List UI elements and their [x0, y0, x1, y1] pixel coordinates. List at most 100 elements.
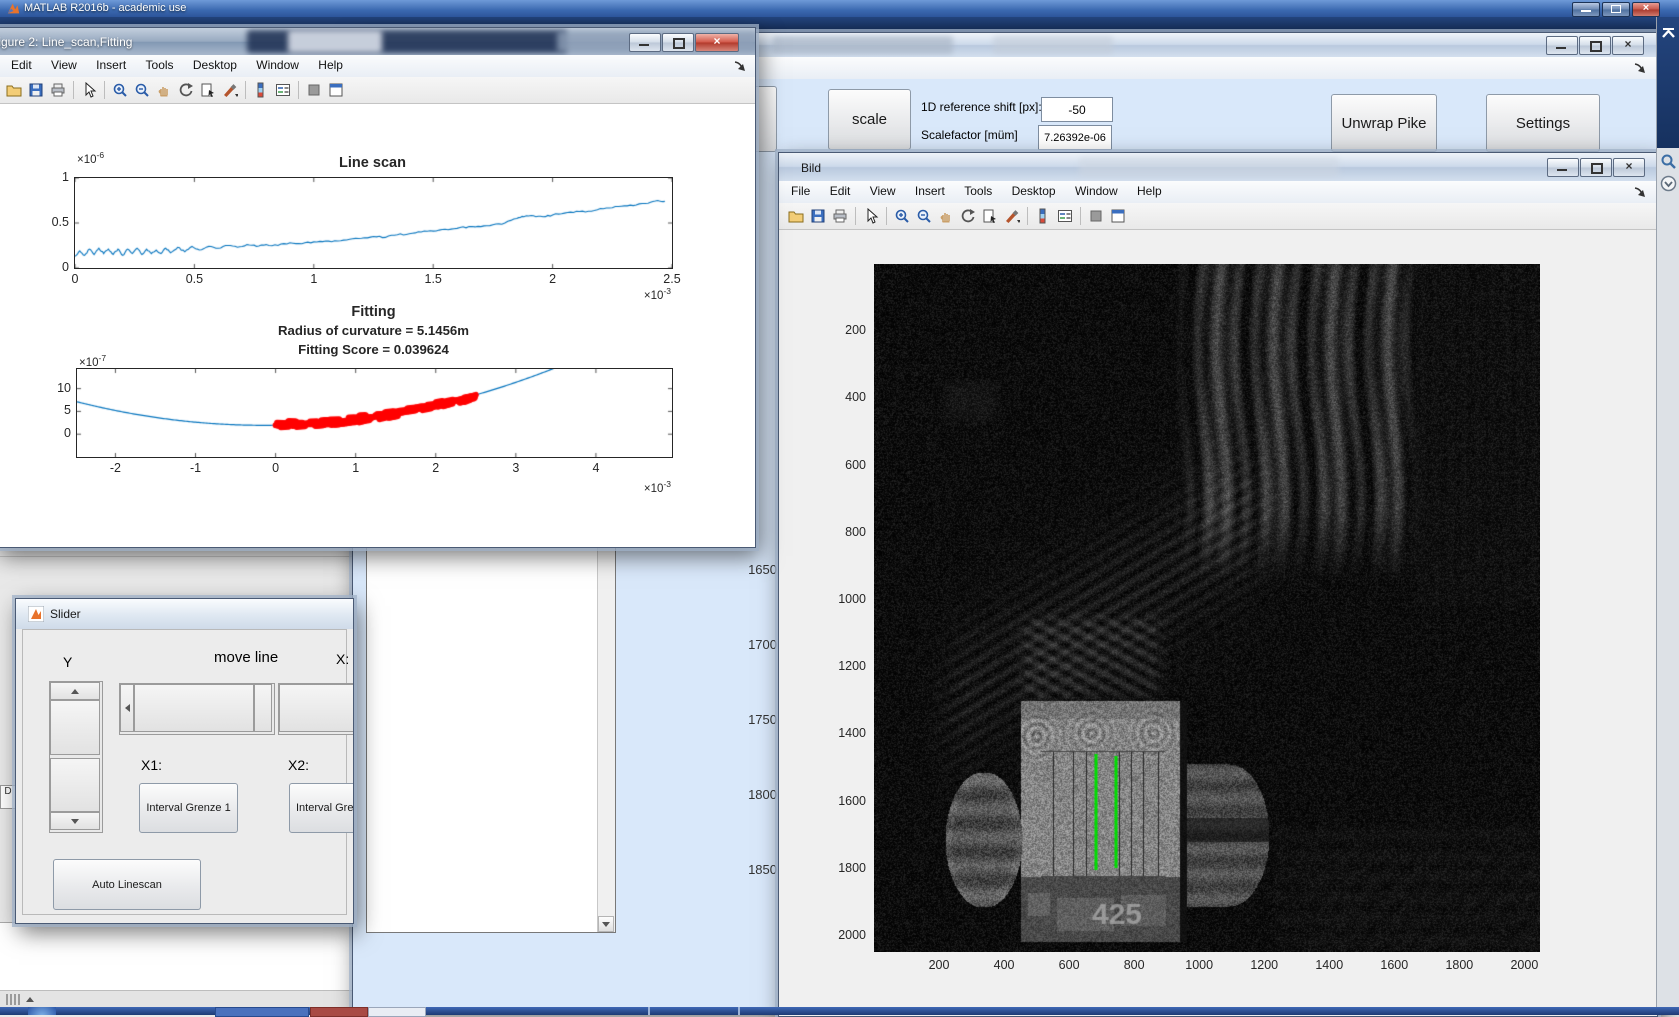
menu-edit[interactable]: Edit — [0, 55, 40, 72]
docked-panel-tab[interactable]: D — [0, 785, 16, 809]
menu-insert[interactable]: Insert — [88, 55, 134, 72]
menu-window[interactable]: Window — [1067, 181, 1126, 198]
unwrap-pike-button[interactable]: Unwrap Pike — [1331, 94, 1437, 152]
taskbar-divider — [738, 1007, 740, 1015]
settings-button[interactable]: Settings — [1486, 94, 1600, 152]
listbox-scrollbar[interactable] — [597, 520, 615, 932]
legend-icon[interactable] — [1055, 207, 1075, 225]
pointer-icon[interactable] — [861, 207, 881, 225]
slider-track[interactable] — [50, 700, 100, 755]
x-slider-a[interactable] — [119, 683, 275, 735]
minimize-button[interactable] — [1572, 2, 1600, 17]
x-slider-b[interactable] — [278, 683, 354, 735]
dock-figure-icon[interactable] — [1633, 185, 1647, 199]
slider-track[interactable] — [279, 684, 354, 732]
collapse-up-icon[interactable] — [1661, 27, 1676, 39]
maximize-button[interactable] — [662, 33, 694, 52]
open-file-icon[interactable] — [4, 81, 24, 99]
colorbar-icon[interactable] — [251, 81, 271, 99]
datacursor-icon[interactable] — [980, 207, 1000, 225]
zoom-in-icon[interactable] — [892, 207, 912, 225]
pan-hand-icon[interactable] — [154, 81, 174, 99]
tick-label: 1600 — [1380, 958, 1408, 972]
expand-arrow-icon[interactable] — [26, 997, 34, 1002]
zoom-in-icon[interactable] — [110, 81, 130, 99]
menu-file[interactable]: File — [779, 181, 818, 198]
search-icon[interactable] — [1660, 153, 1677, 170]
dock-plot-tools-icon[interactable] — [326, 81, 346, 99]
slider-titlebar[interactable]: Slider — [16, 599, 353, 629]
y-slider[interactable] — [49, 681, 103, 833]
menu-edit[interactable]: Edit — [822, 181, 859, 198]
save-icon[interactable] — [26, 81, 46, 99]
brush-icon[interactable] — [220, 81, 240, 99]
menu-tools[interactable]: Tools — [138, 55, 182, 72]
menu-help[interactable]: Help — [1129, 181, 1170, 198]
interval-grenze-2-button[interactable]: Interval Grenze 2 — [289, 783, 354, 833]
hide-plot-tools-icon[interactable] — [304, 81, 324, 99]
taskbar-item-active[interactable] — [310, 1007, 368, 1017]
legend-icon[interactable] — [273, 81, 293, 99]
tick-label: 600 — [810, 458, 866, 472]
dock-plot-tools-icon[interactable] — [1108, 207, 1128, 225]
resize-gripper[interactable] — [6, 994, 8, 1005]
taskbar[interactable] — [0, 1007, 1679, 1015]
brush-icon[interactable] — [1002, 207, 1022, 225]
zoom-out-icon[interactable] — [132, 81, 152, 99]
close-button[interactable]: × — [1632, 2, 1660, 17]
tick-label: 1000 — [1185, 958, 1213, 972]
slider-left-icon[interactable] — [120, 684, 134, 732]
menu-desktop[interactable]: Desktop — [1004, 181, 1064, 198]
close-button[interactable]: × — [1612, 36, 1644, 55]
menu-window[interactable]: Window — [248, 55, 307, 72]
slider-up-icon[interactable] — [50, 682, 100, 700]
slider-thumb[interactable] — [50, 758, 100, 812]
menu-desktop[interactable]: Desktop — [185, 55, 245, 72]
auto-linescan-button[interactable]: Auto Linescan — [53, 859, 201, 910]
print-icon[interactable] — [830, 207, 850, 225]
menu-tools[interactable]: Tools — [956, 181, 1000, 198]
menu-view[interactable]: View — [43, 55, 85, 72]
rotate-icon[interactable] — [958, 207, 978, 225]
slider-down-icon[interactable] — [50, 812, 100, 830]
menu-view[interactable]: View — [862, 181, 904, 198]
scalefactor-input[interactable]: 7.26392e-06 — [1038, 125, 1112, 150]
close-button[interactable]: × — [695, 33, 739, 52]
maximize-button[interactable] — [1579, 36, 1611, 55]
result-listbox[interactable] — [366, 519, 616, 933]
start-button[interactable] — [28, 1007, 56, 1015]
minimize-button[interactable] — [1547, 158, 1579, 177]
taskbar-item[interactable] — [215, 1007, 309, 1017]
datacursor-icon[interactable] — [198, 81, 218, 99]
dock-figure-icon[interactable] — [1633, 61, 1647, 75]
pan-hand-icon[interactable] — [936, 207, 956, 225]
close-button[interactable]: × — [1613, 158, 1645, 177]
scale-button[interactable]: scale — [828, 89, 911, 150]
maximize-button[interactable] — [1580, 158, 1612, 177]
tick-label: 4 — [592, 461, 599, 475]
figure2-titlebar[interactable]: Figure 2: Line_scan,Fitting × — [0, 28, 755, 55]
slider-track[interactable] — [134, 684, 254, 732]
taskbar-item[interactable] — [368, 1007, 426, 1017]
zoom-out-icon[interactable] — [914, 207, 934, 225]
interval-grenze-1-button[interactable]: Interval Grenze 1 — [139, 783, 238, 833]
bild-titlebar[interactable]: Bild × — [779, 153, 1657, 181]
restore-button[interactable] — [1602, 2, 1630, 17]
menu-help[interactable]: Help — [310, 55, 351, 72]
print-icon[interactable] — [48, 81, 68, 99]
slider-thumb[interactable] — [254, 684, 272, 732]
minimize-button[interactable] — [1546, 36, 1578, 55]
colorbar-icon[interactable] — [1033, 207, 1053, 225]
menu-insert[interactable]: Insert — [907, 181, 953, 198]
pointer-icon[interactable] — [79, 81, 99, 99]
open-file-icon[interactable] — [786, 207, 806, 225]
dropdown-circle-icon[interactable] — [1660, 175, 1677, 192]
rotate-icon[interactable] — [176, 81, 196, 99]
matlab-titlebar[interactable]: MATLAB R2016b - academic use × — [0, 0, 1679, 17]
save-icon[interactable] — [808, 207, 828, 225]
minimize-button[interactable] — [629, 33, 661, 52]
scroll-down-icon[interactable] — [598, 916, 614, 932]
dock-figure-icon[interactable] — [733, 59, 747, 73]
hide-plot-tools-icon[interactable] — [1086, 207, 1106, 225]
ref-shift-input[interactable]: -50 — [1041, 97, 1113, 122]
